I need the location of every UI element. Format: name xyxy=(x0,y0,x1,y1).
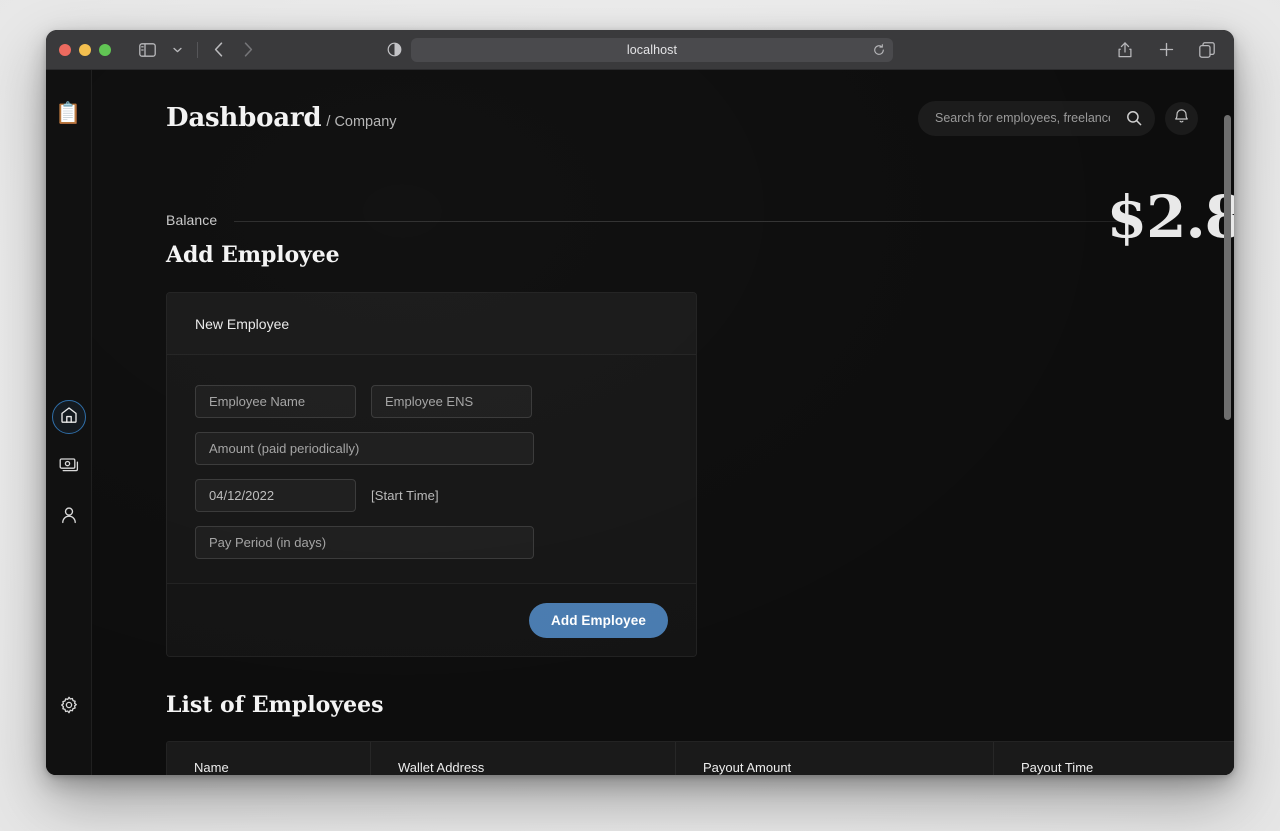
balance-row: Balance $2.8 xyxy=(92,178,1234,246)
browser-window: localhost 📋 Dashboard / Company Search f… xyxy=(46,30,1234,775)
page-header: Dashboard / Company xyxy=(92,70,1234,142)
vertical-scrollbar[interactable] xyxy=(1224,115,1231,420)
user-icon xyxy=(60,506,78,529)
contrast-icon[interactable] xyxy=(387,42,402,57)
gear-icon xyxy=(60,696,78,719)
employees-table: Name Wallet Address Payout Amount Payout… xyxy=(166,741,1234,775)
new-employee-card-header: New Employee xyxy=(167,293,696,355)
browser-nav-controls xyxy=(133,37,262,63)
url-bar[interactable]: localhost xyxy=(411,37,893,62)
balance-divider xyxy=(234,221,1144,222)
balance-value: $2.8 xyxy=(1106,183,1234,251)
pay-period-input[interactable] xyxy=(195,526,534,559)
add-employee-button[interactable]: Add Employee xyxy=(529,602,668,638)
toolbar-divider xyxy=(197,41,198,58)
start-time-row: [Start Time] xyxy=(195,479,668,512)
sidebar-bottom xyxy=(46,690,91,724)
add-employee-title: Add Employee xyxy=(166,242,340,268)
sidebar-nav xyxy=(46,400,91,534)
balance-label: Balance xyxy=(166,212,218,228)
sidebar-item-home[interactable] xyxy=(51,400,86,434)
start-date-input[interactable] xyxy=(195,479,356,512)
new-employee-card-title: New Employee xyxy=(195,315,290,332)
back-arrow-icon[interactable] xyxy=(204,37,232,63)
home-icon xyxy=(60,406,78,429)
forward-arrow-icon[interactable] xyxy=(234,37,262,63)
main-content: Dashboard / Company Search for employees… xyxy=(92,70,1234,775)
app-logo-clipboard-icon[interactable]: 📋 xyxy=(55,103,81,124)
url-text: localhost xyxy=(626,42,678,57)
sidebar-item-payments[interactable] xyxy=(52,450,86,484)
sidebar-item-settings[interactable] xyxy=(52,690,86,724)
close-window-button[interactable] xyxy=(59,43,71,56)
browser-toolbar: localhost xyxy=(46,30,1234,70)
employee-ens-input[interactable] xyxy=(371,385,532,418)
name-ens-row xyxy=(195,385,668,418)
pay-period-row xyxy=(195,526,668,559)
cash-icon xyxy=(59,457,79,478)
browser-toolbar-right xyxy=(1111,37,1221,63)
column-header-name: Name xyxy=(167,742,371,775)
sidebar-item-profile[interactable] xyxy=(52,500,86,534)
window-traffic-lights xyxy=(59,43,111,56)
tabs-overview-icon[interactable] xyxy=(1193,37,1221,63)
app-root: 📋 Dashboard / Company Search for employe… xyxy=(46,70,1234,775)
page-subtitle-text: / Company xyxy=(326,114,397,130)
maximize-window-button[interactable] xyxy=(99,43,111,56)
search-input[interactable] xyxy=(935,111,1110,125)
page-title: Dashboard / Company xyxy=(166,103,397,133)
minimize-window-button[interactable] xyxy=(79,43,91,56)
new-employee-card-footer: Add Employee xyxy=(167,583,696,656)
header-actions xyxy=(918,100,1198,136)
amount-input[interactable] xyxy=(195,432,534,465)
employee-name-input[interactable] xyxy=(195,385,356,418)
column-header-payout-time: Payout Time xyxy=(1021,760,1094,775)
reload-icon[interactable] xyxy=(873,43,885,56)
app-sidebar: 📋 xyxy=(46,70,92,775)
bell-icon xyxy=(1174,108,1189,129)
share-icon[interactable] xyxy=(1111,37,1139,63)
notifications-button[interactable] xyxy=(1165,101,1198,135)
new-employee-form: [Start Time] xyxy=(167,355,696,583)
sidebar-toggle-icon[interactable] xyxy=(133,37,161,63)
search-icon[interactable] xyxy=(1126,110,1142,126)
new-employee-card: New Employee [Start Time] xyxy=(166,292,697,657)
search-box[interactable] xyxy=(918,100,1155,136)
amount-row xyxy=(195,432,668,465)
table-header-row: Name Wallet Address Payout Amount Payout… xyxy=(167,742,1234,775)
page-title-text: Dashboard xyxy=(166,103,322,133)
column-header-wallet-address: Wallet Address xyxy=(371,742,676,775)
plus-icon[interactable] xyxy=(1152,37,1180,63)
start-time-label: [Start Time] xyxy=(371,488,439,503)
column-header-payout-amount: Payout Amount xyxy=(676,742,994,775)
employees-list-title: List of Employees xyxy=(166,692,384,718)
chevron-down-icon[interactable] xyxy=(163,37,191,63)
